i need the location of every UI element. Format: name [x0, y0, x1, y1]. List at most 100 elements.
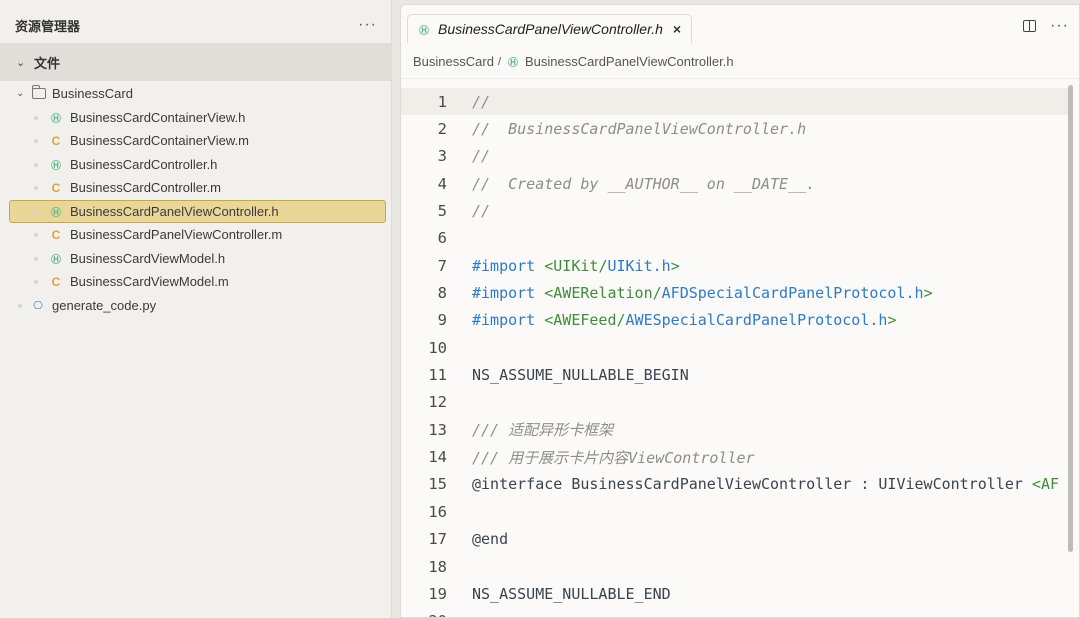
code-token: / [616, 311, 626, 330]
file-label: BusinessCardContainerView.m [70, 133, 249, 149]
code-line: 12 [401, 389, 1071, 416]
code-token: < [544, 311, 554, 330]
tab-active-file[interactable]: Ⓗ BusinessCardPanelViewController.h × [407, 14, 693, 43]
code-token: /// 用于展示卡片内容ViewController [472, 448, 755, 467]
indent-dot [34, 139, 38, 143]
split-editor-icon[interactable] [1023, 20, 1037, 32]
file-label: BusinessCardViewModel.m [70, 274, 229, 290]
code-token: > [887, 311, 897, 330]
code-token: // BusinessCardPanelViewController.h [472, 120, 807, 139]
code-token: // [472, 202, 491, 221]
folder-businesscard[interactable]: ⌄ BusinessCard [0, 82, 391, 106]
line-text: // [472, 147, 490, 165]
code-line: 20 [401, 608, 1071, 617]
code-token: /// 适配异形卡框架 [472, 421, 614, 440]
code-line: 16 [401, 498, 1071, 525]
code-line: 7 #import <UIKit/UIKit.h> [401, 252, 1071, 279]
code-token: UIKit.h [607, 256, 671, 275]
code-token: NS_ASSUME_NULLABLE_END [472, 584, 671, 603]
breadcrumb-separator: / [497, 55, 501, 68]
c-source-icon: C [51, 180, 61, 195]
line-number: 20 [401, 612, 447, 617]
code-token: #import [472, 284, 545, 303]
code-token: // [472, 92, 491, 111]
line-text: #import <UIKit/UIKit.h> [472, 257, 680, 275]
file-label: BusinessCardController.m [70, 180, 222, 196]
file-generate-code[interactable]: ⎔ generate_code.py [0, 294, 391, 318]
indent-dot [34, 256, 38, 261]
file-label: generate_code.py [52, 297, 157, 313]
code-token: // Created by __AUTHOR__ on __DATE__. [472, 174, 816, 193]
c-source-icon: C [51, 274, 61, 289]
close-icon[interactable]: × [673, 21, 681, 37]
indent-dot [34, 162, 38, 167]
code-line: 2 // BusinessCardPanelViewController.h [401, 115, 1071, 142]
files-section-label: 文件 [34, 55, 61, 71]
explorer-title: 资源管理器 [15, 18, 81, 34]
file-label: BusinessCardViewModel.h [70, 250, 226, 266]
indent-dot [34, 115, 38, 120]
code-token: @interface BusinessCardPanelViewControll… [472, 475, 1032, 494]
code-line: 15 @interface BusinessCardPanelViewContro… [401, 471, 1071, 498]
line-number: 10 [428, 338, 447, 357]
file-row[interactable]: Ⓗ BusinessCardViewModel.h [0, 247, 391, 271]
files-section-header[interactable]: ⌄ 文件 [0, 43, 391, 81]
objc-header-icon: Ⓗ [51, 113, 61, 125]
code-editor[interactable]: 1// 2 // BusinessCardPanelViewController.h… [401, 88, 1071, 617]
line-text: // BusinessCardPanelViewController.h [472, 120, 806, 138]
file-label: BusinessCardPanelViewController.h [70, 203, 279, 219]
code-line: 14 /// 用于展示卡片内容ViewController [401, 443, 1071, 470]
line-number: 9 [437, 311, 447, 330]
line-number: 15 [428, 475, 447, 494]
line-text: // [472, 202, 490, 220]
explorer-more-button[interactable]: ··· [358, 16, 377, 34]
line-number: 2 [437, 120, 447, 139]
file-row[interactable]: C BusinessCardPanelViewController.m [0, 223, 391, 247]
code-token: #import [472, 311, 545, 330]
line-text: NS_ASSUME_NULLABLE_END [472, 585, 671, 603]
file-row[interactable]: C BusinessCardViewModel.m [0, 270, 391, 294]
code-token: <AF [1031, 475, 1060, 494]
editor-more-button[interactable]: ··· [1050, 17, 1069, 35]
indent-dot [18, 303, 22, 308]
line-number: 17 [428, 530, 447, 549]
code-line: 9 #import <AWEFeed/AWESpecialCardPanelPro… [401, 307, 1071, 334]
line-number: 8 [437, 284, 447, 303]
line-number: 18 [428, 557, 447, 576]
code-token: < [544, 284, 554, 303]
line-text: #import <AWEFeed/AWESpecialCardPanelProt… [472, 311, 896, 329]
code-token: @end [472, 530, 509, 549]
chevron-down-icon: ⌄ [16, 88, 25, 100]
editor-pane: Ⓗ BusinessCardPanelViewController.h × ··… [400, 4, 1080, 618]
file-row[interactable]: Ⓗ BusinessCardContainerView.h [0, 106, 391, 130]
file-row[interactable]: C BusinessCardController.m [0, 176, 391, 200]
line-number: 19 [428, 584, 447, 603]
indent-dot [34, 233, 38, 237]
line-number: 6 [437, 229, 447, 248]
breadcrumb-file[interactable]: BusinessCardPanelViewController.h [525, 54, 734, 69]
code-line: 18 [401, 553, 1071, 580]
line-number: 7 [437, 256, 447, 275]
breadcrumb-folder[interactable]: BusinessCard [413, 54, 494, 69]
line-text: /// 用于展示卡片内容ViewController [472, 447, 755, 468]
code-line: 11 NS_ASSUME_NULLABLE_BEGIN [401, 361, 1071, 388]
code-token: < [544, 256, 554, 275]
folder-label: BusinessCard [52, 86, 133, 102]
objc-header-icon: Ⓗ [508, 58, 518, 69]
vertical-scrollbar[interactable] [1068, 85, 1073, 552]
code-line: 6 [401, 225, 1071, 252]
line-number: 12 [428, 393, 447, 412]
code-line: 10 [401, 334, 1071, 361]
file-row[interactable]: Ⓗ BusinessCardController.h [0, 153, 391, 177]
code-line: 1 // [401, 88, 1071, 116]
code-line: 3 // [401, 143, 1071, 170]
breadcrumb: BusinessCard / Ⓗ BusinessCardPanelViewCo… [401, 45, 1079, 79]
file-row[interactable]: C BusinessCardContainerView.m [0, 129, 391, 153]
code-token: > [923, 284, 933, 303]
file-row[interactable]: Ⓗ BusinessCardPanelViewController.h [0, 199, 391, 224]
line-number: 13 [428, 420, 447, 439]
c-source-icon: C [51, 133, 61, 148]
code-token: AWEFeed [553, 311, 617, 330]
code-token: AFDSpecialCardPanelProtocol.h [661, 284, 924, 303]
line-number: 3 [437, 147, 447, 166]
